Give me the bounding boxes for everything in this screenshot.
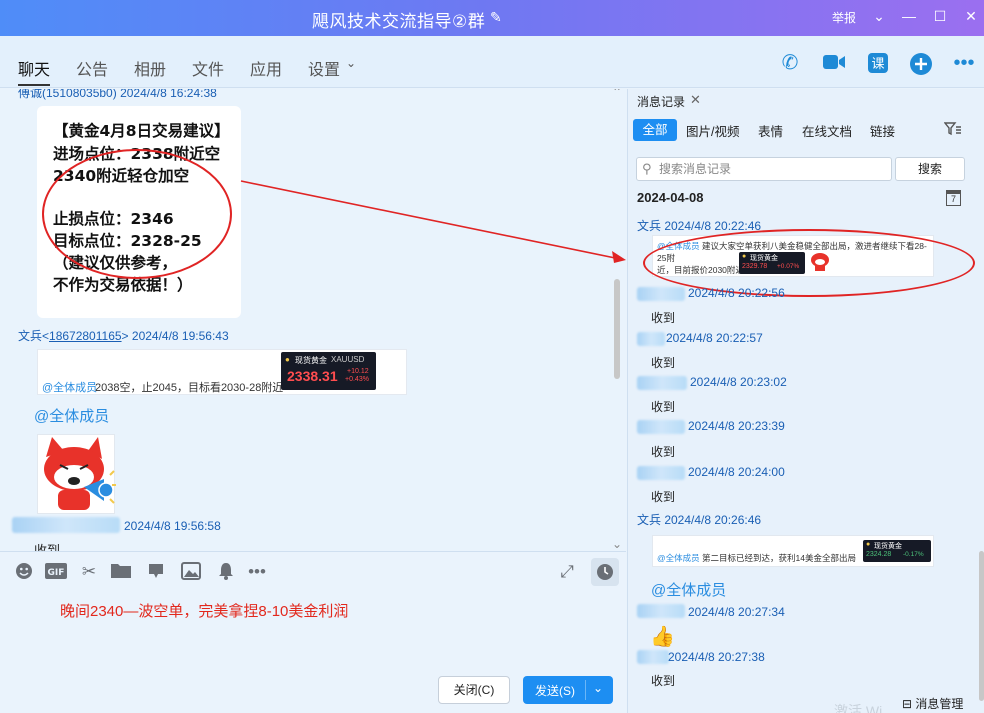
annotation-arrow [240, 180, 626, 263]
